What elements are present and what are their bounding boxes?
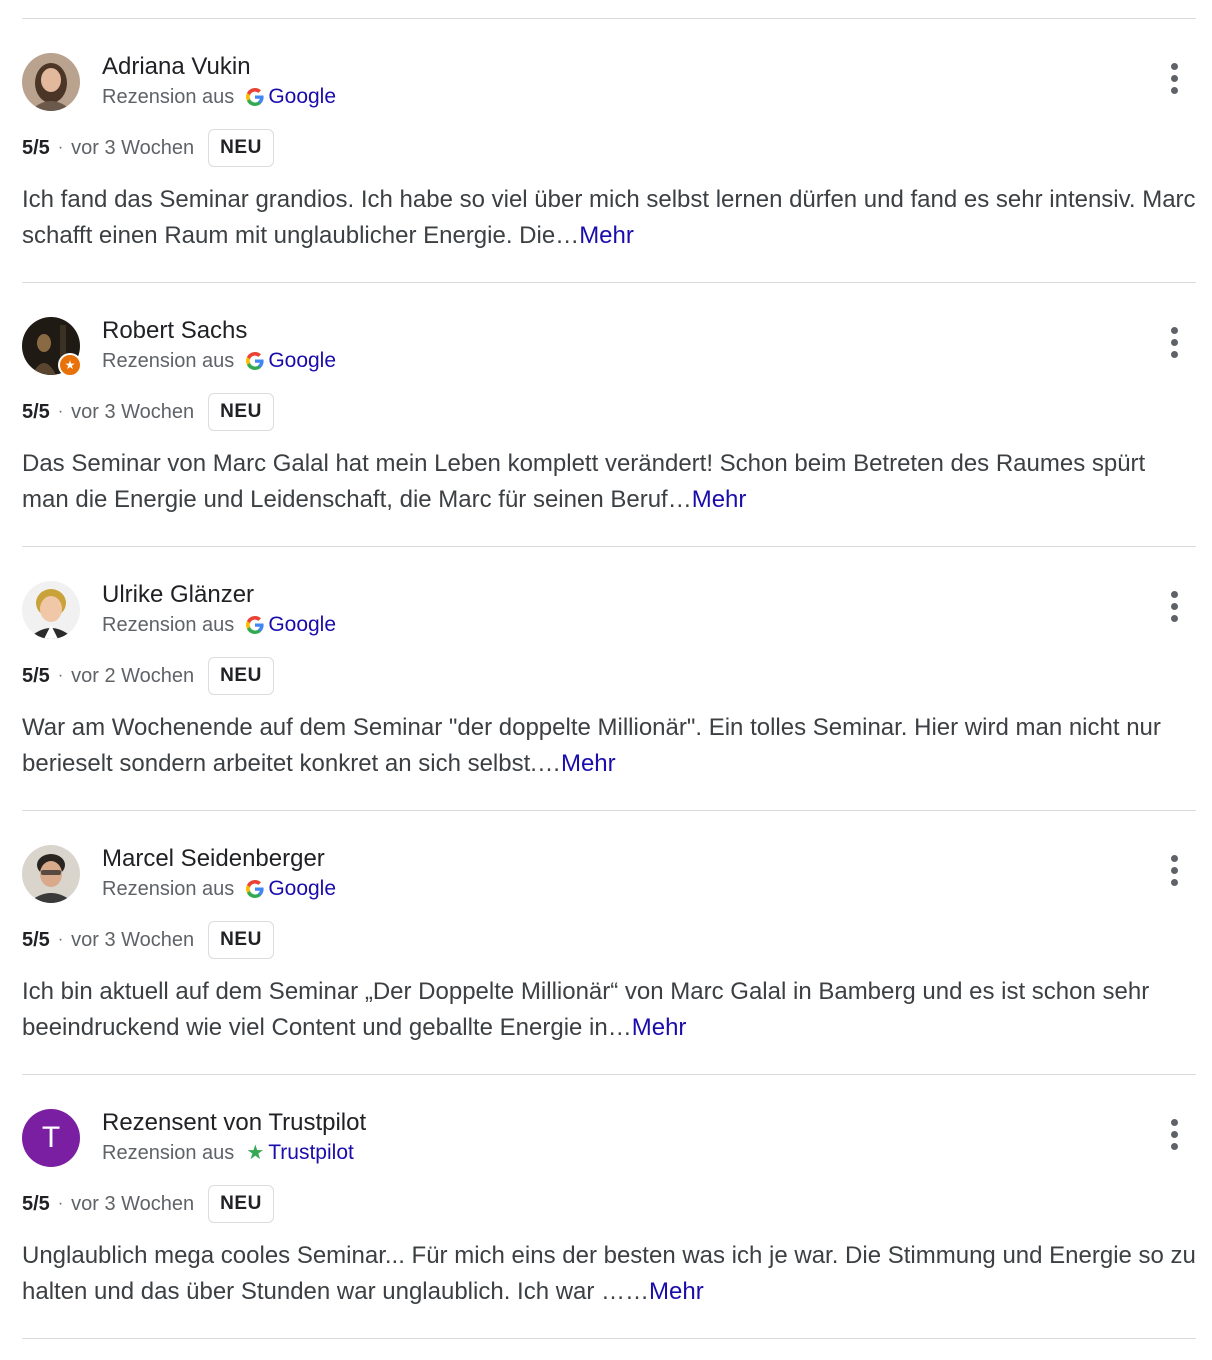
review-item: Adriana Vukin Rezension aus Google 5/5 ·… — [22, 19, 1196, 282]
dot-icon — [1170, 63, 1178, 70]
review-meta: 5/5 · vor 3 Wochen NEU — [22, 393, 274, 431]
source-prefix: Rezension aus — [102, 1141, 235, 1164]
more-options-button[interactable] — [1162, 855, 1186, 891]
review-date: vor 3 Wochen — [71, 928, 195, 951]
dot-icon — [1170, 591, 1178, 598]
review-meta: 5/5 · vor 3 Wochen NEU — [22, 921, 274, 959]
dot-icon — [1170, 603, 1178, 610]
review-meta: 5/5 · vor 3 Wochen NEU — [22, 1185, 274, 1223]
dot-icon — [1170, 1119, 1178, 1126]
review-meta: 5/5 · vor 3 Wochen NEU — [22, 129, 274, 167]
source-link[interactable]: Google — [268, 613, 336, 637]
dot-icon — [1170, 867, 1178, 874]
review-source: Rezension aus Google — [102, 349, 336, 373]
separator: · — [57, 139, 64, 156]
dot-icon — [1170, 615, 1178, 622]
source-prefix: Rezension aus — [102, 85, 235, 108]
google-g-icon — [246, 616, 264, 634]
new-badge: NEU — [208, 393, 274, 431]
rating: 5/5 — [22, 136, 50, 159]
reviewer-name[interactable]: Ulrike Glänzer — [102, 581, 254, 609]
dot-icon — [1170, 339, 1178, 346]
source-prefix: Rezension aus — [102, 613, 235, 636]
more-options-button[interactable] — [1162, 1119, 1186, 1155]
more-options-button[interactable] — [1162, 63, 1186, 99]
source-prefix: Rezension aus — [102, 877, 235, 900]
source-prefix: Rezension aus — [102, 349, 235, 372]
more-options-button[interactable] — [1162, 591, 1186, 627]
avatar[interactable] — [22, 581, 80, 639]
reviewer-name[interactable]: Adriana Vukin — [102, 53, 251, 81]
review-meta: 5/5 · vor 2 Wochen NEU — [22, 657, 274, 695]
rating: 5/5 — [22, 1192, 50, 1215]
review-item: Marcel Seidenberger Rezension aus Google… — [22, 811, 1196, 1074]
review-text: Ich fand das Seminar grandios. Ich habe … — [22, 182, 1196, 254]
reviewer-name[interactable]: Marcel Seidenberger — [102, 845, 325, 873]
trustpilot-star-icon: ★ — [246, 1142, 265, 1164]
review-date: vor 3 Wochen — [71, 400, 195, 423]
divider — [22, 1338, 1196, 1339]
google-g-icon — [246, 880, 264, 898]
google-g-icon — [246, 88, 264, 106]
review-text: Das Seminar von Marc Galal hat mein Lebe… — [22, 446, 1196, 518]
separator: · — [57, 403, 64, 420]
review-text: War am Wochenende auf dem Seminar "der d… — [22, 710, 1196, 782]
new-badge: NEU — [208, 657, 274, 695]
dot-icon — [1170, 1131, 1178, 1138]
rating: 5/5 — [22, 664, 50, 687]
review-source: Rezension aus ★ Trustpilot — [102, 1141, 354, 1165]
dot-icon — [1170, 87, 1178, 94]
more-link[interactable]: Mehr — [579, 222, 634, 249]
google-g-icon — [246, 352, 264, 370]
review-date: vor 2 Wochen — [71, 664, 195, 687]
more-link[interactable]: Mehr — [632, 1014, 687, 1041]
review-date: vor 3 Wochen — [71, 1192, 195, 1215]
review-text: Ich bin aktuell auf dem Seminar „Der Dop… — [22, 974, 1196, 1046]
review-item: Ulrike Glänzer Rezension aus Google 5/5 … — [22, 547, 1196, 810]
source-link[interactable]: Trustpilot — [268, 1141, 354, 1165]
more-link[interactable]: Mehr — [692, 486, 747, 513]
rating: 5/5 — [22, 400, 50, 423]
review-source: Rezension aus Google — [102, 85, 336, 109]
review-snippet: Das Seminar von Marc Galal hat mein Lebe… — [22, 450, 1146, 513]
review-source: Rezension aus Google — [102, 613, 336, 637]
reviewer-name[interactable]: Robert Sachs — [102, 317, 247, 345]
review-text: Unglaublich mega cooles Seminar... Für m… — [22, 1238, 1196, 1310]
new-badge: NEU — [208, 921, 274, 959]
reviewer-name[interactable]: Rezensent von Trustpilot — [102, 1109, 366, 1137]
review-item: ★ Robert Sachs Rezension aus Google 5/5 … — [22, 283, 1196, 546]
dot-icon — [1170, 327, 1178, 334]
separator: · — [57, 931, 64, 948]
review-date: vor 3 Wochen — [71, 136, 195, 159]
avatar[interactable]: T — [22, 1109, 80, 1167]
avatar[interactable] — [22, 53, 80, 111]
new-badge: NEU — [208, 1185, 274, 1223]
review-snippet: Ich bin aktuell auf dem Seminar „Der Dop… — [22, 978, 1150, 1041]
source-link[interactable]: Google — [268, 85, 336, 109]
review-list: Adriana Vukin Rezension aus Google 5/5 ·… — [22, 18, 1196, 1339]
source-link[interactable]: Google — [268, 877, 336, 901]
dot-icon — [1170, 1143, 1178, 1150]
new-badge: NEU — [208, 129, 274, 167]
dot-icon — [1170, 75, 1178, 82]
source-link[interactable]: Google — [268, 349, 336, 373]
review-item: T Rezensent von Trustpilot Rezension aus… — [22, 1075, 1196, 1338]
separator: · — [57, 667, 64, 684]
local-guide-star-icon: ★ — [58, 353, 82, 377]
dot-icon — [1170, 879, 1178, 886]
separator: · — [57, 1195, 64, 1212]
rating: 5/5 — [22, 928, 50, 951]
dot-icon — [1170, 855, 1178, 862]
avatar[interactable] — [22, 845, 80, 903]
dot-icon — [1170, 351, 1178, 358]
more-link[interactable]: Mehr — [649, 1278, 704, 1305]
more-link[interactable]: Mehr — [561, 750, 616, 777]
more-options-button[interactable] — [1162, 327, 1186, 363]
review-snippet: Unglaublich mega cooles Seminar... Für m… — [22, 1242, 1196, 1305]
review-source: Rezension aus Google — [102, 877, 336, 901]
